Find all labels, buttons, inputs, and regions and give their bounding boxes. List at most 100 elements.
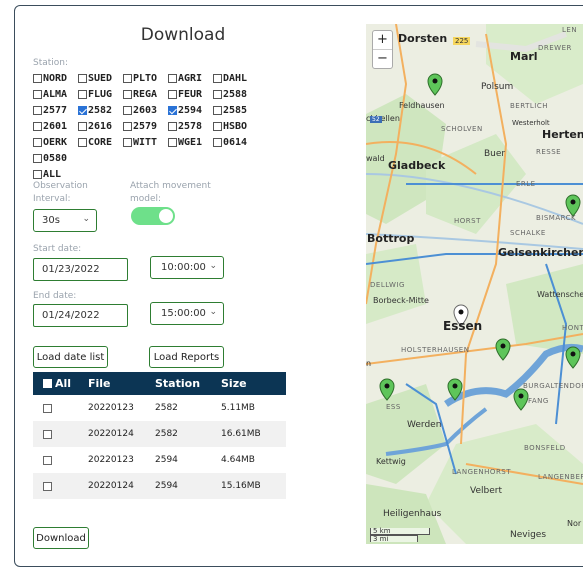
zoom-in-button[interactable]: +	[373, 31, 392, 49]
place-label: DREWER	[538, 44, 572, 52]
station-option-feur[interactable]: FEUR	[168, 89, 213, 100]
station-option-0614[interactable]: 0614	[213, 137, 258, 148]
cell-file: 20220123	[88, 403, 134, 413]
station-checkbox[interactable]	[33, 137, 42, 147]
station-checkbox[interactable]	[78, 89, 87, 99]
station-option-dahl[interactable]: DAHL	[213, 73, 258, 84]
end-date-label: End date:	[33, 291, 77, 301]
station-checkbox[interactable]	[33, 169, 42, 179]
size-header: Size	[221, 377, 247, 390]
station-option-oerk[interactable]: OERK	[33, 137, 78, 148]
station-option-sued[interactable]: SUED	[78, 73, 123, 84]
row-checkbox[interactable]	[43, 403, 52, 413]
station-option-2579[interactable]: 2579	[123, 121, 168, 132]
station-checkbox[interactable]	[123, 137, 132, 147]
station-row: 0580	[33, 150, 353, 166]
station-checkbox[interactable]	[33, 89, 42, 99]
station-option-rega[interactable]: REGA	[123, 89, 168, 100]
station-option-core[interactable]: CORE	[78, 137, 123, 148]
place-label: Feldhausen	[399, 101, 445, 110]
station-option-witt[interactable]: WITT	[123, 137, 168, 148]
select-all-cell[interactable]: All	[33, 377, 88, 390]
row-checkbox[interactable]	[43, 429, 52, 439]
station-checkbox[interactable]	[78, 73, 87, 83]
row-checkbox[interactable]	[43, 455, 52, 465]
station-name: AGRI	[178, 72, 203, 84]
station-option-wge1[interactable]: WGE1	[168, 137, 213, 148]
row-select-cell	[33, 455, 88, 465]
place-label: Gladbeck	[388, 159, 446, 172]
movement-toggle[interactable]	[131, 207, 175, 225]
station-checkbox[interactable]	[168, 105, 177, 115]
map-view[interactable]: + − Dorsten 225 Marl DREWER LEN Polsum F…	[366, 24, 583, 544]
station-option-plto[interactable]: PLTO	[123, 73, 168, 84]
station-checkbox[interactable]	[78, 121, 87, 131]
station-checkbox[interactable]	[123, 89, 132, 99]
station-checkbox[interactable]	[78, 137, 87, 147]
station-checkbox[interactable]	[213, 73, 222, 83]
place-label: Herten	[542, 128, 583, 141]
zoom-out-button[interactable]: −	[373, 49, 392, 68]
chevron-down-icon: ⌄	[82, 214, 90, 224]
station-checkbox[interactable]	[213, 89, 222, 99]
station-option-2601[interactable]: 2601	[33, 121, 78, 132]
station-checkbox[interactable]	[168, 121, 177, 131]
end-time-value: 15:00:00	[161, 308, 206, 319]
station-option-2585[interactable]: 2585	[213, 105, 258, 116]
station-row: OERK CORE WITT WGE1 0614	[33, 134, 353, 150]
station-checkbox[interactable]	[213, 121, 222, 131]
start-time-value: 10:00:00	[161, 262, 206, 273]
station-name: OERK	[43, 136, 68, 148]
station-option-flug[interactable]: FLUG	[78, 89, 123, 100]
toggle-knob	[159, 209, 173, 223]
load-reports-button[interactable]: Load Reports	[149, 346, 224, 368]
station-option-alma[interactable]: ALMA	[33, 89, 78, 100]
place-label: LANGENBERG	[538, 473, 583, 481]
start-date-input[interactable]: 01/23/2022	[33, 258, 128, 281]
station-checkbox[interactable]	[33, 121, 42, 131]
station-option-agri[interactable]: AGRI	[168, 73, 213, 84]
download-button[interactable]: Download	[33, 527, 89, 549]
station-option-2578[interactable]: 2578	[168, 121, 213, 132]
station-option-2582[interactable]: 2582	[78, 105, 123, 116]
row-checkbox[interactable]	[43, 481, 52, 491]
station-option-2603[interactable]: 2603	[123, 105, 168, 116]
station-checkbox[interactable]	[123, 73, 132, 83]
station-checkbox[interactable]	[33, 105, 42, 115]
station-name: 2585	[223, 104, 248, 116]
end-date-input[interactable]: 01/24/2022	[33, 304, 128, 327]
station-option-all[interactable]: ALL	[33, 169, 78, 180]
station-option-2577[interactable]: 2577	[33, 105, 78, 116]
place-label: Nor	[567, 519, 582, 528]
load-date-list-button[interactable]: Load date list	[33, 346, 108, 368]
station-checkbox[interactable]	[123, 105, 132, 115]
station-option-2616[interactable]: 2616	[78, 121, 123, 132]
station-option-2588[interactable]: 2588	[213, 89, 258, 100]
start-time-select[interactable]: 10:00:00 ⌄	[150, 256, 224, 279]
station-checkbox[interactable]	[213, 137, 222, 147]
station-checkbox[interactable]	[33, 153, 42, 163]
station-option-0580[interactable]: 0580	[33, 153, 78, 164]
station-checkbox[interactable]	[33, 73, 42, 83]
end-time-select[interactable]: 15:00:00 ⌄	[150, 302, 224, 325]
select-all-checkbox[interactable]	[43, 379, 52, 388]
file-table: All File Station Size 20220123 2582 5.11MB…	[33, 372, 286, 499]
station-checkbox[interactable]	[168, 89, 177, 99]
station-checkbox[interactable]	[123, 121, 132, 131]
interval-select[interactable]: 30s ⌄	[33, 209, 97, 232]
start-date-label: Start date:	[33, 244, 82, 254]
place-label: LANGENHORST	[452, 468, 512, 476]
station-option-hsbo[interactable]: HSBO	[213, 121, 258, 132]
place-label: FANG	[528, 397, 549, 405]
station-option-2594[interactable]: 2594	[168, 105, 213, 116]
cell-file: 20220124	[88, 429, 134, 439]
station-row: ALMA FLUG REGA FEUR 2588	[33, 86, 353, 102]
station-checkbox[interactable]	[213, 105, 222, 115]
station-option-nord[interactable]: NORD	[33, 73, 78, 84]
cell-size: 15.16MB	[221, 481, 261, 491]
station-checkbox[interactable]	[168, 137, 177, 147]
station-checkbox[interactable]	[78, 105, 87, 115]
station-checkbox[interactable]	[168, 73, 177, 83]
scale-km: 5 km	[370, 528, 430, 535]
place-label: wald	[366, 154, 385, 163]
